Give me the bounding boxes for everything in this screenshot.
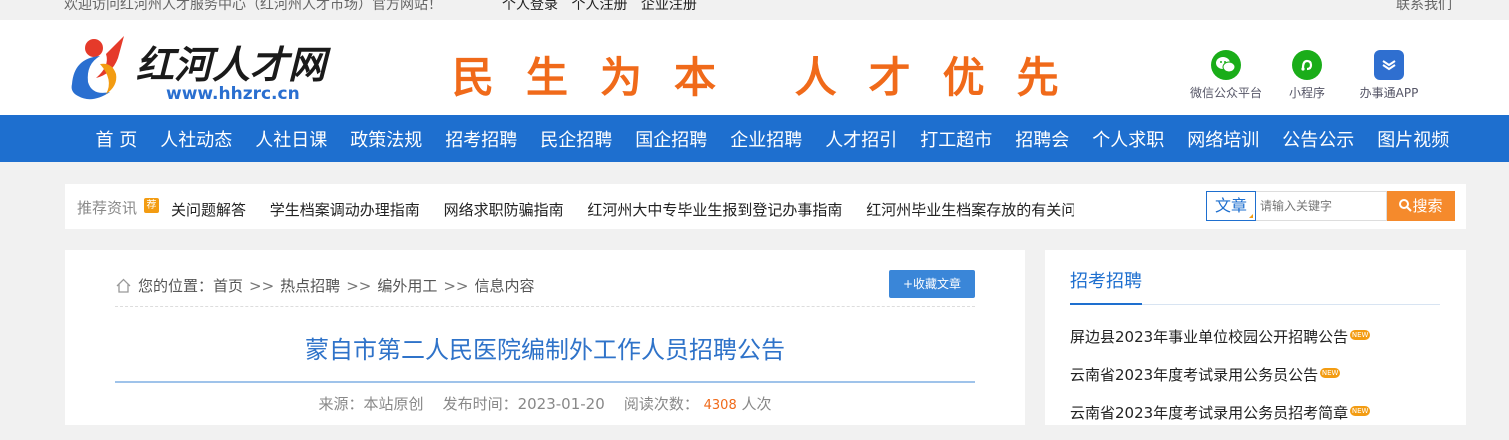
recommend-bar: 推荐资讯 荐 关问题解答 学生档案调动办理指南 网络求职防骗指南 红河州大中专毕… [65, 184, 1466, 229]
nav-item-news[interactable]: 人社动态 [149, 126, 244, 152]
company-register-link[interactable]: 企业注册 [641, 0, 697, 13]
search-button[interactable]: 搜索 [1387, 191, 1455, 221]
welcome-text: 欢迎访问红河州人才服务中心（红河州人才市场）官方网站！ [64, 0, 442, 13]
nav-item-soe-recruit[interactable]: 国企招聘 [624, 126, 719, 152]
nav-item-talent[interactable]: 人才招引 [814, 126, 909, 152]
search-box: 文章 搜索 [1206, 191, 1455, 221]
time-value: 2023-01-20 [517, 395, 605, 413]
sidebar-panel: 招考招聘 屏边县2023年事业单位校园公开招聘公告 NEW 云南省2023年度考试… [1045, 250, 1466, 425]
nav-item-job-fair[interactable]: 招聘会 [1004, 126, 1081, 152]
new-badge: NEW [1350, 330, 1371, 340]
article-panel: 您的位置： 首页 >> 热点招聘 >> 编外用工 >> 信息内容 +收藏文章 蒙… [65, 250, 1025, 425]
recommend-badge: 荐 [144, 198, 159, 213]
breadcrumb: 您的位置： 首页 >> 热点招聘 >> 编外用工 >> 信息内容 [115, 275, 535, 296]
nav-item-exam-recruit[interactable]: 招考招聘 [434, 126, 529, 152]
breadcrumb-separator: >> [346, 276, 372, 295]
header: 红河人才网 www.hhzrc.cn 民生为本 人才优先 微信公众平台 小程序 … [0, 20, 1509, 115]
recommend-item[interactable]: 网络求职防骗指南 [444, 201, 564, 219]
views-count: 4308 [703, 398, 737, 413]
list-item[interactable]: 屏边县2023年事业单位校园公开招聘公告 NEW [1070, 326, 1371, 364]
top-bar: 欢迎访问红河州人才服务中心（红河州人才市场）官方网站！ 个人登录 个人注册 企业… [0, 0, 1509, 20]
home-icon [116, 278, 131, 293]
site-logo[interactable]: 红河人才网 www.hhzrc.cn [66, 34, 356, 106]
time-label: 发布时间： [442, 395, 518, 413]
list-item[interactable]: 云南省2023年度考试录用公务员招考简章 NEW [1070, 402, 1371, 440]
main-nav: 首 页 人社动态 人社日课 政策法规 招考招聘 民企招聘 国企招聘 企业招聘 人… [0, 115, 1509, 162]
list-item-text[interactable]: 云南省2023年度考试录用公务员招考简章 [1070, 402, 1348, 423]
recommend-item[interactable]: 红河州大中专毕业生报到登记办事指南 [587, 201, 842, 219]
favorite-button[interactable]: +收藏文章 [889, 270, 975, 298]
mini-program-label: 小程序 [1288, 86, 1325, 100]
article-title: 蒙自市第二人民医院编制外工作人员招聘公告 [305, 336, 785, 364]
nav-item-daily-lesson[interactable]: 人社日课 [244, 126, 339, 152]
nav-item-job-seeking[interactable]: 个人求职 [1081, 126, 1176, 152]
nav-item-home[interactable]: 首 页 [84, 126, 149, 152]
recommend-list: 关问题解答 学生档案调动办理指南 网络求职防骗指南 红河州大中专毕业生报到登记办… [171, 199, 1074, 220]
search-type-select[interactable]: 文章 [1206, 191, 1256, 221]
logo-url: www.hhzrc.cn [166, 84, 300, 104]
search-icon [1399, 199, 1413, 212]
app-icon [1374, 50, 1404, 80]
app-label: 办事通APP [1359, 86, 1419, 100]
new-badge: NEW [1350, 406, 1371, 416]
wechat-official-link[interactable]: 微信公众平台 [1181, 50, 1271, 101]
logo-text: 红河人才网 [136, 42, 331, 87]
breadcrumb-hot-recruit[interactable]: 热点招聘 [280, 275, 340, 296]
article-meta: 来源：本站原创 发布时间：2023-01-20 阅读次数： 4308 人次 [115, 393, 975, 414]
breadcrumb-home[interactable]: 首页 [213, 275, 243, 296]
personal-login-link[interactable]: 个人登录 [502, 0, 558, 13]
recommend-item[interactable]: 红河州毕业生档案存放的有关问题解答 [866, 201, 1074, 219]
list-item-text[interactable]: 屏边县2023年事业单位校园公开招聘公告 [1070, 326, 1348, 347]
nav-item-private-recruit[interactable]: 民企招聘 [529, 126, 624, 152]
recommend-label: 推荐资讯 [77, 199, 138, 217]
recommend-item[interactable]: 关问题解答 [171, 201, 246, 219]
views-unit: 人次 [741, 395, 772, 413]
breadcrumb-separator: >> [443, 276, 469, 295]
views-label: 阅读次数： [623, 395, 699, 413]
nav-item-company-recruit[interactable]: 企业招聘 [719, 126, 814, 152]
nav-item-media[interactable]: 图片视频 [1366, 126, 1461, 152]
contact-us-link[interactable]: 联系我们 [1396, 0, 1452, 14]
wechat-label: 微信公众平台 [1189, 86, 1262, 100]
new-badge: NEW [1320, 368, 1341, 378]
sidebar-title-underline [1070, 303, 1440, 305]
personal-register-link[interactable]: 个人注册 [571, 0, 627, 13]
breadcrumb-contract[interactable]: 编外用工 [377, 275, 437, 296]
mini-program-icon [1292, 50, 1322, 80]
source-value: 本站原创 [363, 395, 424, 413]
title-underline [115, 381, 975, 383]
search-button-label: 搜索 [1412, 197, 1443, 215]
nav-item-training[interactable]: 网络培训 [1176, 126, 1271, 152]
recommend-item[interactable]: 学生档案调动办理指南 [270, 201, 420, 219]
list-item-text[interactable]: 云南省2023年度考试录用公务员公告 [1070, 364, 1318, 385]
search-input[interactable] [1256, 191, 1387, 221]
site-slogan: 民生为本 人才优先 [452, 53, 1091, 102]
breadcrumb-current: 信息内容 [474, 277, 535, 295]
source-label: 来源： [318, 395, 364, 413]
list-item[interactable]: 云南省2023年度考试录用公务员公告 NEW [1070, 364, 1370, 402]
wechat-icon [1211, 50, 1241, 80]
account-links: 个人登录 个人注册 企业注册 [502, 0, 706, 14]
breadcrumb-label: 您的位置： [138, 277, 214, 295]
nav-item-job-market[interactable]: 打工超市 [909, 126, 1004, 152]
mini-program-link[interactable]: 小程序 [1262, 50, 1352, 101]
sidebar-list: 屏边县2023年事业单位校园公开招聘公告 NEW 云南省2023年度考试录用公务员… [1070, 326, 1371, 440]
sidebar-title[interactable]: 招考招聘 [1070, 267, 1142, 293]
breadcrumb-separator: >> [249, 276, 275, 295]
app-link[interactable]: 办事通APP [1344, 50, 1434, 101]
nav-item-notices[interactable]: 公告公示 [1271, 126, 1366, 152]
divider [115, 306, 975, 307]
nav-item-policy[interactable]: 政策法规 [339, 126, 434, 152]
